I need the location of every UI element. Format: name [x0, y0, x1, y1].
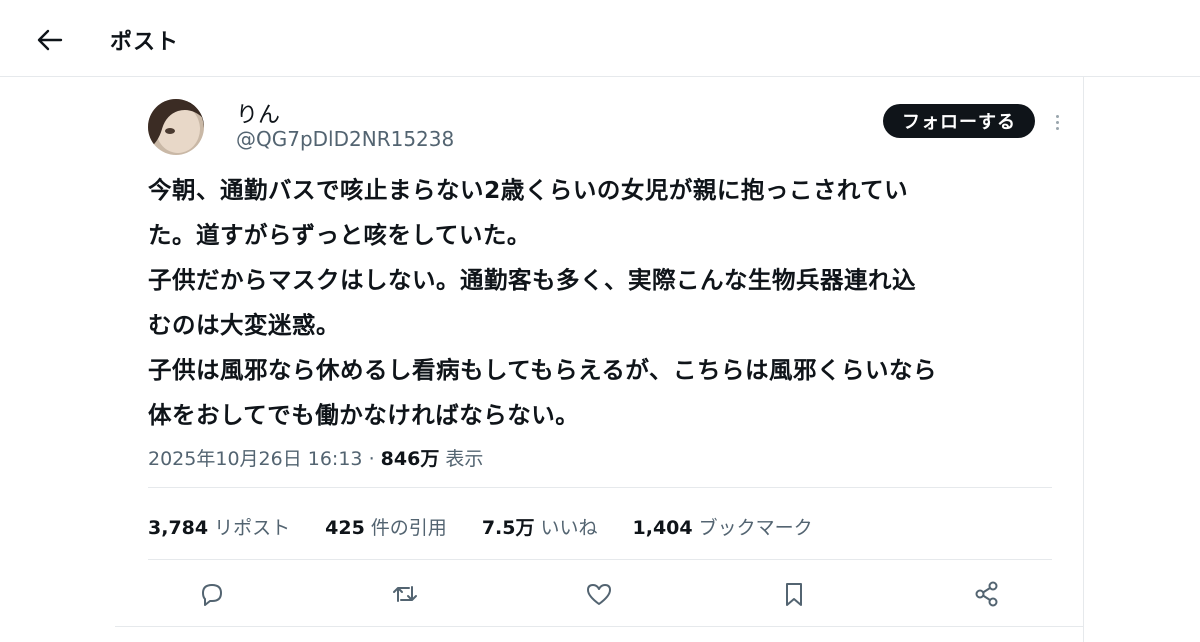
tweet-line: 体をおしてでも働かなければならない。 — [148, 401, 580, 429]
tweet-line: 子供だからマスクはしない。通勤客も多く、実際こんな生物兵器連れ込 — [148, 266, 916, 294]
like-icon — [587, 584, 611, 605]
meta-separator: · — [368, 448, 375, 470]
arrow-left-icon — [37, 29, 63, 51]
stat-label: リポスト — [214, 516, 291, 539]
tweet-line: むのは大変迷惑。 — [148, 311, 340, 339]
repost-count-link[interactable]: 3,784 リポスト — [148, 513, 290, 540]
repost-icon — [393, 586, 417, 602]
post-detail-page: ポスト りん @QG7pDlD2NR15238 フォローする 今朝、通勤バスで咳… — [0, 0, 1200, 642]
divider — [115, 626, 1084, 627]
divider — [148, 487, 1052, 488]
bookmark-icon — [786, 583, 802, 606]
tweet-line: た。道すがらずっと咳をしていた。 — [148, 221, 531, 249]
page-title: ポスト — [110, 30, 180, 55]
header-divider — [0, 76, 1200, 77]
stat-label: ブックマーク — [698, 516, 813, 539]
tweet-text: 今朝、通勤バスで咳止まらない2歳くらいの女児が親に抱っこされてい た。道すがらず… — [148, 168, 1058, 438]
tweet-line: 今朝、通勤バスで咳止まらない2歳くらいの女児が親に抱っこされてい — [148, 176, 909, 204]
top-header: ポスト — [0, 0, 1200, 78]
display-name[interactable]: りん — [236, 97, 280, 129]
like-button[interactable] — [579, 574, 619, 614]
bookmark-count-link[interactable]: 1,404 ブックマーク — [633, 513, 813, 540]
avatar[interactable] — [148, 99, 204, 155]
views-label: 表示 — [445, 448, 484, 470]
stat-count: 425 — [325, 516, 365, 539]
reply-icon — [202, 584, 222, 606]
divider — [148, 559, 1052, 560]
action-bar — [148, 574, 1052, 614]
back-button[interactable] — [30, 22, 70, 58]
stat-label: 件の引用 — [370, 516, 447, 539]
timestamp[interactable]: 2025年10月26日 16:13 — [148, 448, 363, 470]
more-vertical-icon — [1055, 114, 1059, 118]
column-border — [1083, 77, 1084, 642]
stat-count: 3,784 — [148, 516, 209, 539]
stat-count: 7.5万 — [481, 516, 535, 539]
bookmark-button[interactable] — [774, 574, 814, 614]
share-button[interactable] — [967, 574, 1007, 614]
views-count: 846万 — [380, 448, 440, 470]
tweet-line: 子供は風邪なら休めるし看病もしてもらえるが、こちらは風邪くらいなら — [148, 356, 937, 384]
more-options-button[interactable] — [1046, 110, 1068, 134]
like-count-link[interactable]: 7.5万 いいね — [482, 513, 598, 540]
user-handle[interactable]: @QG7pDlD2NR15238 — [236, 127, 454, 151]
follow-button[interactable]: フォローする — [883, 104, 1035, 138]
stat-label: いいね — [540, 516, 598, 539]
reply-button[interactable] — [192, 574, 232, 614]
quote-count-link[interactable]: 425 件の引用 — [325, 513, 447, 540]
tweet-meta: 2025年10月26日 16:13 · 846万 表示 — [148, 444, 483, 471]
share-icon — [975, 581, 998, 607]
repost-button[interactable] — [385, 574, 425, 614]
engagement-stats: 3,784 リポスト 425 件の引用 7.5万 いいね 1,404 ブックマー… — [148, 511, 848, 541]
stat-count: 1,404 — [632, 516, 693, 539]
